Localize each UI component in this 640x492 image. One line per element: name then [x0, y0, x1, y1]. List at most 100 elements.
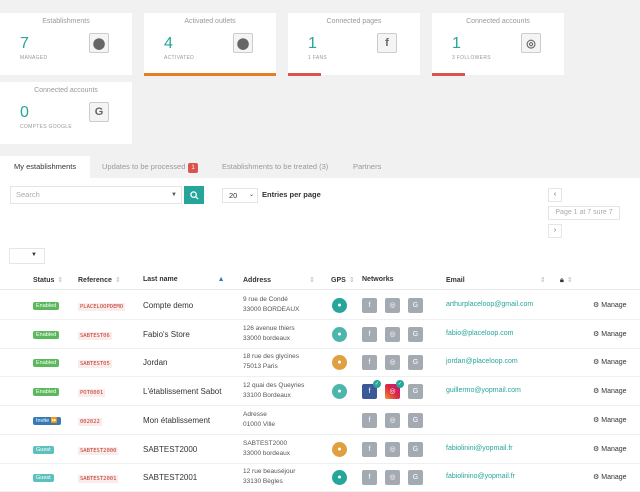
manage-button[interactable]: ⚙︎ Manage	[593, 416, 627, 424]
gps-pin-icon[interactable]: ●	[332, 298, 347, 313]
instagram-icon: ◎	[521, 33, 541, 53]
google-icon[interactable]: G	[408, 470, 423, 486]
reference-code: PLACELOOPDEMO	[78, 303, 126, 311]
facebook-icon[interactable]: f	[362, 470, 377, 486]
instagram-icon[interactable]: ◎	[385, 441, 400, 457]
gps-pin-icon[interactable]: ●	[332, 384, 347, 400]
manage-button[interactable]: ⚙︎ Manage	[593, 358, 627, 366]
manage-label: Manage	[601, 445, 627, 453]
manage-label: Manage	[601, 474, 627, 482]
table-row[interactable]: Enabled POT0001 L'établissement Sabot 12 qu…	[0, 378, 640, 407]
google-icon[interactable]: G	[408, 441, 423, 457]
sort-icon: ⇕	[114, 277, 121, 284]
card-title: Connected accounts	[466, 18, 530, 25]
prev-page-button[interactable]: ‹	[548, 188, 562, 202]
col-gps[interactable]: GPS ⇕	[331, 276, 355, 284]
col-email[interactable]: Email ⇕	[446, 276, 546, 284]
card-number: 1	[452, 35, 461, 52]
col-status[interactable]: Status ⇕	[33, 276, 63, 284]
facebook-icon[interactable]: f	[362, 412, 377, 428]
establishment-name[interactable]: Compte demo	[143, 301, 193, 310]
entries-select[interactable]: 20 ⌄	[222, 188, 258, 203]
tab-bar: My establishments Updates to be processe…	[0, 156, 640, 178]
instagram-icon[interactable]: ◎	[385, 412, 400, 428]
establishment-name[interactable]: SABTEST2000	[143, 445, 197, 454]
table-row[interactable]: Guest SABTEST2001 SABTEST2001 12 rue beausé…	[0, 464, 640, 492]
google-icon[interactable]: G	[408, 384, 423, 400]
google-icon[interactable]: G	[408, 355, 423, 371]
establishment-name[interactable]: L'établissement Sabot	[143, 387, 221, 396]
gps-pin-icon[interactable]: ●	[332, 355, 347, 371]
email-link[interactable]: arthurplaceloop@gmail.com	[446, 301, 533, 308]
col-address[interactable]: Address ⇕	[243, 276, 315, 284]
col-address-label: Address	[243, 277, 272, 284]
establishment-name[interactable]: Mon établissement	[143, 416, 210, 425]
card-number: 7	[20, 35, 29, 52]
facebook-icon[interactable]: f	[362, 298, 377, 313]
manage-icon: ⚙︎	[593, 474, 602, 482]
card-title: Connected pages	[326, 18, 382, 25]
facebook-icon[interactable]: f ✓	[362, 380, 381, 400]
email-link[interactable]: jordan@placeloop.com	[446, 358, 518, 365]
google-icon[interactable]: G	[408, 298, 423, 313]
sort-icon: ⇕	[348, 277, 355, 284]
sort-icon: ⇕	[566, 277, 573, 284]
tab-my-establishments[interactable]: My establishments	[0, 156, 91, 178]
bulk-action-select[interactable]: ▼	[9, 248, 45, 264]
table-row[interactable]: Invite ⏩ 002022 Mon établissement Adresse 01…	[0, 407, 640, 435]
establishment-name[interactable]: SABTEST2001	[143, 473, 197, 482]
col-last-name[interactable]: Last name ▲	[143, 276, 225, 283]
gps-pin-icon[interactable]: ●	[332, 441, 347, 457]
facebook-icon[interactable]: f	[362, 326, 377, 342]
email-link[interactable]: fabiolinino@yopmail.fr	[446, 473, 515, 480]
stat-card-google: Connected accounts 0 COMPTES GOOGLE G	[0, 82, 132, 144]
progress-bar	[288, 73, 321, 76]
table-row[interactable]: Enabled SABTEST05 Jordan 18 rue des glycine…	[0, 349, 640, 378]
card-title: Connected accounts	[34, 87, 98, 94]
facebook-icon[interactable]: f	[362, 355, 377, 371]
status-badge: Guest	[33, 445, 54, 454]
tab-to-treat[interactable]: Establishments to be treated (3)	[222, 156, 328, 178]
tab-updates[interactable]: Updates to be processed 1	[102, 156, 198, 178]
progress-bar	[144, 73, 276, 76]
table-row[interactable]: Enabled SABTEST06 Fabio's Store 126 avenue …	[0, 321, 640, 349]
gps-pin-icon[interactable]: ●	[332, 470, 347, 486]
email-link[interactable]: guillermo@yopmail.com	[446, 387, 521, 394]
chevron-down-icon[interactable]: ▼	[171, 187, 177, 203]
address-line-1: 12 quai des Queyries	[243, 382, 305, 390]
instagram-icon[interactable]: ◎	[385, 298, 400, 313]
address-line-2: 33000 BORDEAUX	[243, 306, 300, 313]
manage-button[interactable]: ⚙︎ Manage	[593, 301, 627, 309]
tab-partners[interactable]: Partners	[353, 156, 381, 178]
search-input[interactable]: Search ▼	[10, 186, 182, 204]
instagram-icon[interactable]: ◎ ✓	[385, 380, 404, 400]
establishment-name[interactable]: Jordan	[143, 358, 167, 367]
tab-updates-label: Updates to be processed	[102, 162, 186, 171]
instagram-icon[interactable]: ◎	[385, 355, 400, 371]
table-row[interactable]: Enabled PLACELOOPDEMO Compte demo 9 rue de …	[0, 292, 640, 320]
manage-button[interactable]: ⚙︎ Manage	[593, 330, 627, 338]
google-icon[interactable]: G	[408, 326, 423, 342]
card-subtitle: 1 FANS	[308, 55, 328, 61]
email-link[interactable]: fabiolinini@yopmail.fr	[446, 445, 513, 452]
manage-button[interactable]: ⚙︎ Manage	[593, 445, 627, 453]
search-button[interactable]	[184, 186, 204, 204]
establishment-name[interactable]: Fabio's Store	[143, 330, 190, 339]
instagram-icon[interactable]: ◎	[385, 470, 400, 486]
manage-button[interactable]: ⚙︎ Manage	[593, 473, 627, 481]
card-number: 0	[20, 104, 29, 121]
manage-button[interactable]: ⚙︎ Manage	[593, 387, 627, 395]
card-subtitle: MANAGED	[20, 55, 48, 61]
email-link[interactable]: fabio@placeloop.com	[446, 330, 513, 337]
instagram-icon[interactable]: ◎	[385, 326, 400, 342]
address: 126 avenue thiers 33000 bordeaux	[243, 324, 295, 344]
table-row[interactable]: Guest SABTEST2000 SABTEST2000 SABTEST2000 33…	[0, 436, 640, 464]
manage-label: Manage	[601, 388, 627, 396]
col-reference[interactable]: Reference ⇕	[78, 276, 121, 284]
status-badge: Invite ⏩	[33, 416, 61, 425]
facebook-icon[interactable]: f	[362, 441, 377, 457]
address-line-1: 12 rue beauséjour	[243, 468, 296, 476]
google-icon[interactable]: G	[408, 412, 423, 428]
next-page-button[interactable]: ›	[548, 224, 562, 238]
gps-pin-icon[interactable]: ●	[332, 326, 347, 342]
